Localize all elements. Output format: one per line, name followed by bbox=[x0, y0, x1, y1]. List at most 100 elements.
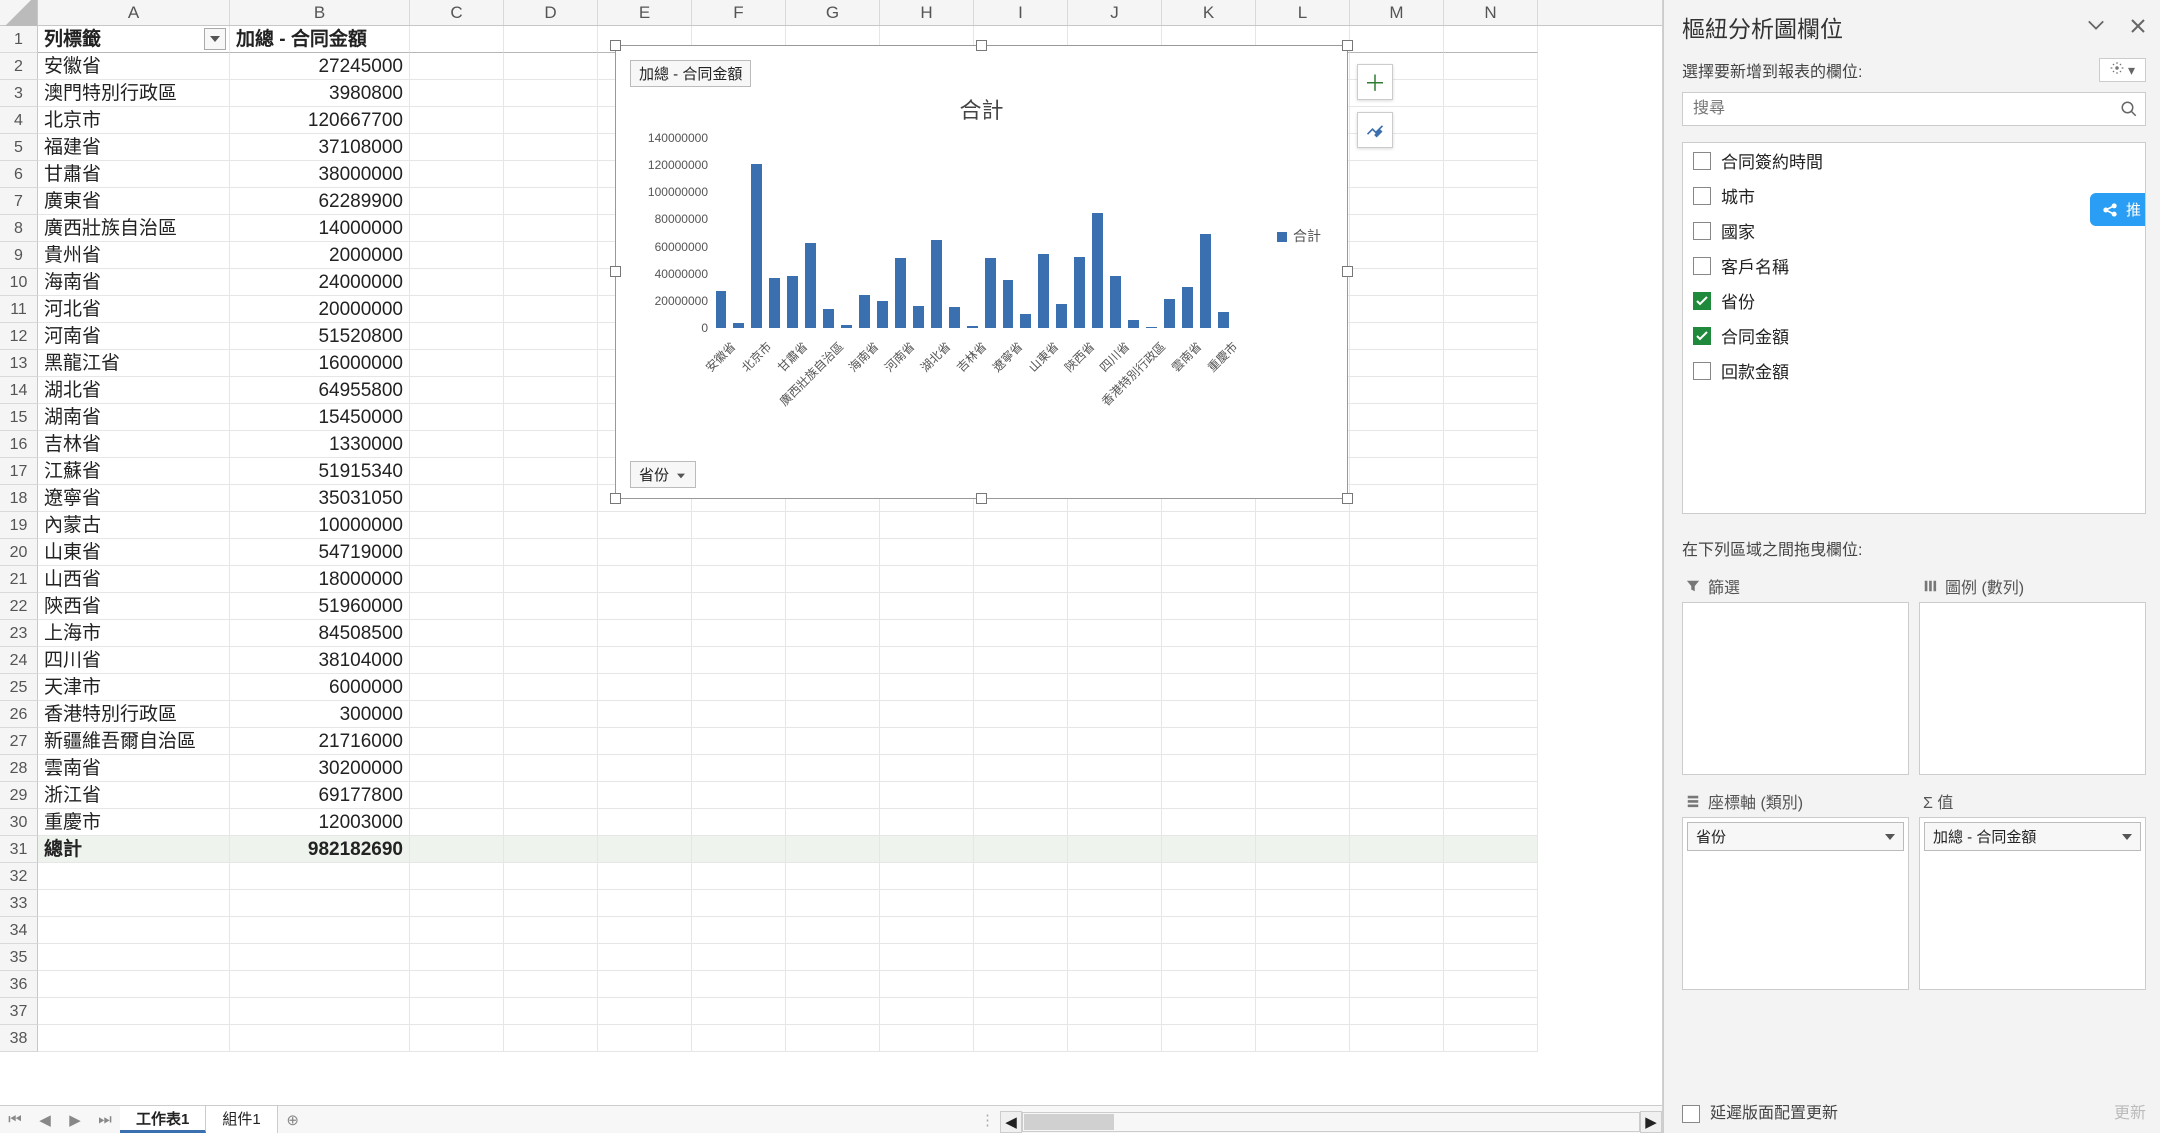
cell[interactable] bbox=[598, 1025, 692, 1052]
chart-bar[interactable] bbox=[1182, 287, 1193, 328]
cell[interactable] bbox=[230, 890, 410, 917]
cell[interactable] bbox=[504, 1025, 598, 1052]
cell[interactable] bbox=[974, 539, 1068, 566]
row-header[interactable]: 11 bbox=[0, 296, 38, 323]
cell[interactable] bbox=[692, 1025, 786, 1052]
cell[interactable] bbox=[504, 755, 598, 782]
cell[interactable] bbox=[1256, 539, 1350, 566]
cell[interactable] bbox=[1350, 269, 1444, 296]
cell[interactable] bbox=[1068, 566, 1162, 593]
cell[interactable] bbox=[504, 728, 598, 755]
checkbox[interactable] bbox=[1693, 152, 1711, 170]
cell[interactable] bbox=[1162, 539, 1256, 566]
cell[interactable] bbox=[504, 836, 598, 863]
cell[interactable]: 上海市 bbox=[38, 620, 230, 647]
cell[interactable] bbox=[692, 863, 786, 890]
cell[interactable] bbox=[598, 701, 692, 728]
column-header-B[interactable]: B bbox=[230, 0, 410, 25]
row-header[interactable]: 17 bbox=[0, 458, 38, 485]
cell[interactable] bbox=[230, 1025, 410, 1052]
row-header[interactable]: 2 bbox=[0, 53, 38, 80]
cell[interactable] bbox=[1444, 566, 1538, 593]
cell[interactable] bbox=[598, 539, 692, 566]
cell[interactable] bbox=[598, 566, 692, 593]
cell[interactable]: 30200000 bbox=[230, 755, 410, 782]
cell[interactable] bbox=[1068, 971, 1162, 998]
cell[interactable] bbox=[1350, 647, 1444, 674]
cell[interactable]: 四川省 bbox=[38, 647, 230, 674]
cell[interactable] bbox=[974, 512, 1068, 539]
cell[interactable] bbox=[504, 107, 598, 134]
cell[interactable] bbox=[504, 188, 598, 215]
cell[interactable] bbox=[880, 701, 974, 728]
cell[interactable]: 浙江省 bbox=[38, 782, 230, 809]
cell[interactable] bbox=[1350, 485, 1444, 512]
cell[interactable]: 38104000 bbox=[230, 647, 410, 674]
cell[interactable]: 重慶市 bbox=[38, 809, 230, 836]
cell[interactable] bbox=[1256, 647, 1350, 674]
cell[interactable] bbox=[410, 323, 504, 350]
cell[interactable] bbox=[1068, 917, 1162, 944]
field-search-input[interactable] bbox=[1682, 92, 2146, 126]
cell[interactable] bbox=[880, 674, 974, 701]
cell[interactable] bbox=[692, 836, 786, 863]
chart-bar[interactable] bbox=[859, 295, 870, 328]
cell[interactable] bbox=[504, 134, 598, 161]
cell[interactable] bbox=[410, 80, 504, 107]
cell[interactable] bbox=[1068, 755, 1162, 782]
cell[interactable]: 江蘇省 bbox=[38, 458, 230, 485]
cell[interactable] bbox=[692, 917, 786, 944]
row-header[interactable]: 28 bbox=[0, 755, 38, 782]
cell[interactable] bbox=[692, 620, 786, 647]
row-header[interactable]: 23 bbox=[0, 620, 38, 647]
cell[interactable] bbox=[230, 998, 410, 1025]
column-header-F[interactable]: F bbox=[692, 0, 786, 25]
cell[interactable]: 香港特別行政區 bbox=[38, 701, 230, 728]
cell[interactable]: 62289900 bbox=[230, 188, 410, 215]
cell[interactable] bbox=[974, 998, 1068, 1025]
cell[interactable] bbox=[1444, 890, 1538, 917]
cell[interactable] bbox=[38, 863, 230, 890]
cell[interactable] bbox=[1068, 836, 1162, 863]
cell[interactable] bbox=[1256, 701, 1350, 728]
cell[interactable] bbox=[1350, 836, 1444, 863]
cell[interactable] bbox=[410, 161, 504, 188]
cell[interactable] bbox=[1256, 674, 1350, 701]
cell[interactable] bbox=[786, 809, 880, 836]
chart-style-button[interactable] bbox=[1357, 112, 1393, 148]
cell[interactable] bbox=[1162, 782, 1256, 809]
cell[interactable] bbox=[880, 593, 974, 620]
cell[interactable] bbox=[1444, 674, 1538, 701]
cell[interactable] bbox=[692, 944, 786, 971]
cell[interactable] bbox=[880, 1025, 974, 1052]
scroll-left-button[interactable]: ◀ bbox=[1000, 1111, 1022, 1133]
cell[interactable] bbox=[1350, 566, 1444, 593]
cell[interactable] bbox=[504, 971, 598, 998]
cell[interactable] bbox=[880, 728, 974, 755]
cell[interactable] bbox=[230, 971, 410, 998]
column-header-G[interactable]: G bbox=[786, 0, 880, 25]
cell[interactable] bbox=[1068, 782, 1162, 809]
cell[interactable] bbox=[598, 944, 692, 971]
cell[interactable]: 12003000 bbox=[230, 809, 410, 836]
cell[interactable]: 51915340 bbox=[230, 458, 410, 485]
cell[interactable] bbox=[974, 701, 1068, 728]
cell[interactable] bbox=[1444, 107, 1538, 134]
cell[interactable]: 內蒙古 bbox=[38, 512, 230, 539]
row-header[interactable]: 1 bbox=[0, 26, 38, 53]
cell[interactable]: 遼寧省 bbox=[38, 485, 230, 512]
cell[interactable] bbox=[1350, 917, 1444, 944]
cell[interactable] bbox=[410, 836, 504, 863]
cell[interactable] bbox=[504, 215, 598, 242]
cell[interactable] bbox=[1350, 593, 1444, 620]
chart-bar[interactable] bbox=[1128, 320, 1139, 328]
chart-bar[interactable] bbox=[949, 307, 960, 328]
cell[interactable]: 雲南省 bbox=[38, 755, 230, 782]
cell[interactable]: 18000000 bbox=[230, 566, 410, 593]
cell[interactable] bbox=[692, 998, 786, 1025]
cell[interactable] bbox=[410, 890, 504, 917]
cell[interactable] bbox=[1068, 998, 1162, 1025]
field-item[interactable]: 省份 bbox=[1683, 283, 2145, 318]
cell[interactable] bbox=[1350, 26, 1444, 53]
cell[interactable] bbox=[880, 863, 974, 890]
